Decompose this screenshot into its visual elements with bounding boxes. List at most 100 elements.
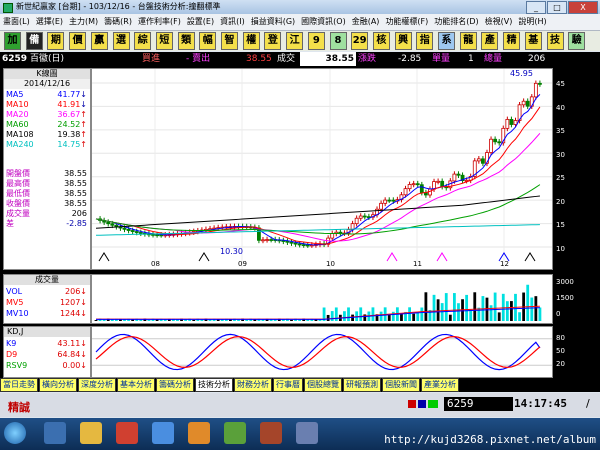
volume-bar (391, 311, 395, 321)
ma-label: MA240 (6, 140, 34, 149)
menu-item[interactable]: 國際資訊(O) (298, 14, 349, 30)
tab-4[interactable]: 籌碼分析 (156, 378, 194, 392)
price-value: 38.55 (64, 199, 87, 208)
y-tick-label: 25 (556, 174, 565, 182)
app-icon-red[interactable] (260, 422, 282, 444)
kd-header: KD,J (4, 327, 90, 337)
menu-item[interactable]: 金融(A) (349, 14, 383, 30)
toolbar-button[interactable]: 精 (503, 32, 521, 50)
toolbar-button[interactable]: 加 (4, 32, 21, 50)
toolbar-button[interactable]: 價 (69, 32, 87, 50)
kd-chart[interactable] (91, 326, 553, 378)
menu-item[interactable]: 畫面(L) (0, 14, 33, 30)
candle-body (362, 215, 367, 218)
stock-code[interactable]: 6259 (2, 52, 27, 66)
candle-body (106, 221, 111, 225)
toolbar-button[interactable]: 指 (416, 32, 434, 50)
toolbar-button[interactable]: 9 (307, 32, 325, 50)
toolbar-button[interactable]: 興 (394, 32, 412, 50)
toolbar-button[interactable]: 贏 (90, 32, 108, 50)
browser-icon[interactable] (152, 422, 174, 444)
candle-body (533, 82, 538, 98)
status-code-field[interactable]: 6259 (444, 397, 513, 411)
volume-bar (477, 307, 481, 321)
toolbar-button[interactable]: 江 (286, 32, 304, 50)
tab-11[interactable]: 產業分析 (421, 378, 459, 392)
menu-item[interactable]: 主力(M) (66, 14, 101, 30)
indicator-label: VOL (6, 287, 23, 296)
toolbar-button[interactable]: 8 (329, 32, 347, 50)
tab-0[interactable]: 當日走勢 (0, 378, 38, 392)
toolbar-button[interactable]: 期 (47, 32, 65, 50)
toolbar-button[interactable]: 29 (351, 32, 369, 50)
kline-header: K線圖 (4, 69, 90, 79)
media-icon[interactable] (116, 422, 138, 444)
tab-9[interactable]: 研報預測 (343, 378, 381, 392)
menu-item[interactable]: 籌碼(R) (101, 14, 135, 30)
menu-item[interactable]: 功能權標(F) (382, 14, 431, 30)
app-window: 新世紀贏家 [台期] - 103/12/16 - 台盤技術分析:撞翻標準 _ □ X… (0, 0, 600, 418)
toolbar-button[interactable]: 智 (221, 32, 238, 50)
candle-body (301, 244, 306, 247)
tab-2[interactable]: 深度分析 (78, 378, 116, 392)
toolbar-button[interactable]: 備 (25, 32, 43, 50)
menu-item[interactable]: 運作利率(F) (135, 14, 184, 30)
indicator-arrow: ↓ (80, 287, 87, 296)
tab-7[interactable]: 行事曆 (273, 378, 303, 392)
volume-chart[interactable] (91, 274, 553, 324)
tab-8[interactable]: 個股總覽 (304, 378, 342, 392)
toolbar-button[interactable]: 系 (438, 32, 455, 50)
tab-6[interactable]: 財務分析 (234, 378, 272, 392)
menu-item[interactable]: 檢視(V) (482, 14, 516, 30)
toolbar-button[interactable]: 技 (546, 32, 564, 50)
volume-bar (534, 296, 538, 321)
toolbar-button[interactable]: 選 (112, 32, 130, 50)
volume-bar (497, 312, 501, 321)
menu-item[interactable]: 損益資料(G) (248, 14, 298, 30)
toolbar-button[interactable]: 類 (177, 32, 195, 50)
y-tick-label: 15 (556, 221, 565, 229)
indicator-value: 1244↓ (60, 309, 87, 319)
candle-body (305, 244, 310, 247)
toolbar-button[interactable]: 短 (155, 32, 173, 50)
menu-item[interactable]: 選擇(E) (33, 14, 66, 30)
buy-label: 買進 (142, 54, 161, 64)
toolbar-button[interactable]: 產 (481, 32, 499, 50)
app-icon-green[interactable] (224, 422, 246, 444)
indicator-arrow: ↓ (80, 350, 87, 359)
indicator-label: K9 (6, 339, 17, 348)
candle-body (476, 158, 481, 162)
toolbar-button[interactable]: 權 (242, 32, 260, 50)
menu-item[interactable]: 說明(H) (515, 14, 549, 30)
toolbar-button[interactable]: 登 (264, 32, 282, 50)
candle-body (481, 158, 485, 164)
indicator-value: 206↓ (65, 287, 87, 297)
start-button-icon[interactable] (4, 422, 26, 444)
tab-3[interactable]: 基本分析 (117, 378, 155, 392)
toolbar-button[interactable]: 綜 (134, 32, 152, 50)
kline-chart[interactable]: 08 09 10 11 12 45.95 10.30 (91, 68, 553, 270)
toolbar-button[interactable]: 幅 (199, 32, 217, 50)
minimize-button[interactable]: _ (526, 1, 546, 14)
folder-icon[interactable] (80, 422, 102, 444)
indicator-label: D9 (6, 350, 18, 359)
status-red-indicator (408, 400, 416, 408)
tab-5[interactable]: 技術分析 (195, 378, 233, 392)
tab-10[interactable]: 個股新聞 (382, 378, 420, 392)
toolbar-button[interactable]: 龍 (459, 32, 477, 50)
toolbar-button[interactable]: 基 (524, 32, 542, 50)
maximize-button[interactable]: □ (547, 1, 567, 14)
tab-1[interactable]: 橫向分析 (39, 378, 77, 392)
toolbar-button[interactable]: 核 (372, 32, 390, 50)
menu-item[interactable]: 功能排名(D) (431, 14, 481, 30)
y-tick-label: 45 (556, 80, 565, 88)
app-icon-orange[interactable] (188, 422, 210, 444)
menu-item[interactable]: 設置(E) (184, 14, 217, 30)
ie-icon[interactable] (44, 422, 66, 444)
x-tick-label: 12 (500, 260, 509, 268)
app-icon-blue[interactable] (296, 422, 318, 444)
toolbar-button[interactable]: 驗 (568, 32, 586, 50)
close-button[interactable]: X (568, 1, 598, 14)
volume-bar (400, 313, 403, 321)
menu-item[interactable]: 資訊(I) (217, 14, 248, 30)
